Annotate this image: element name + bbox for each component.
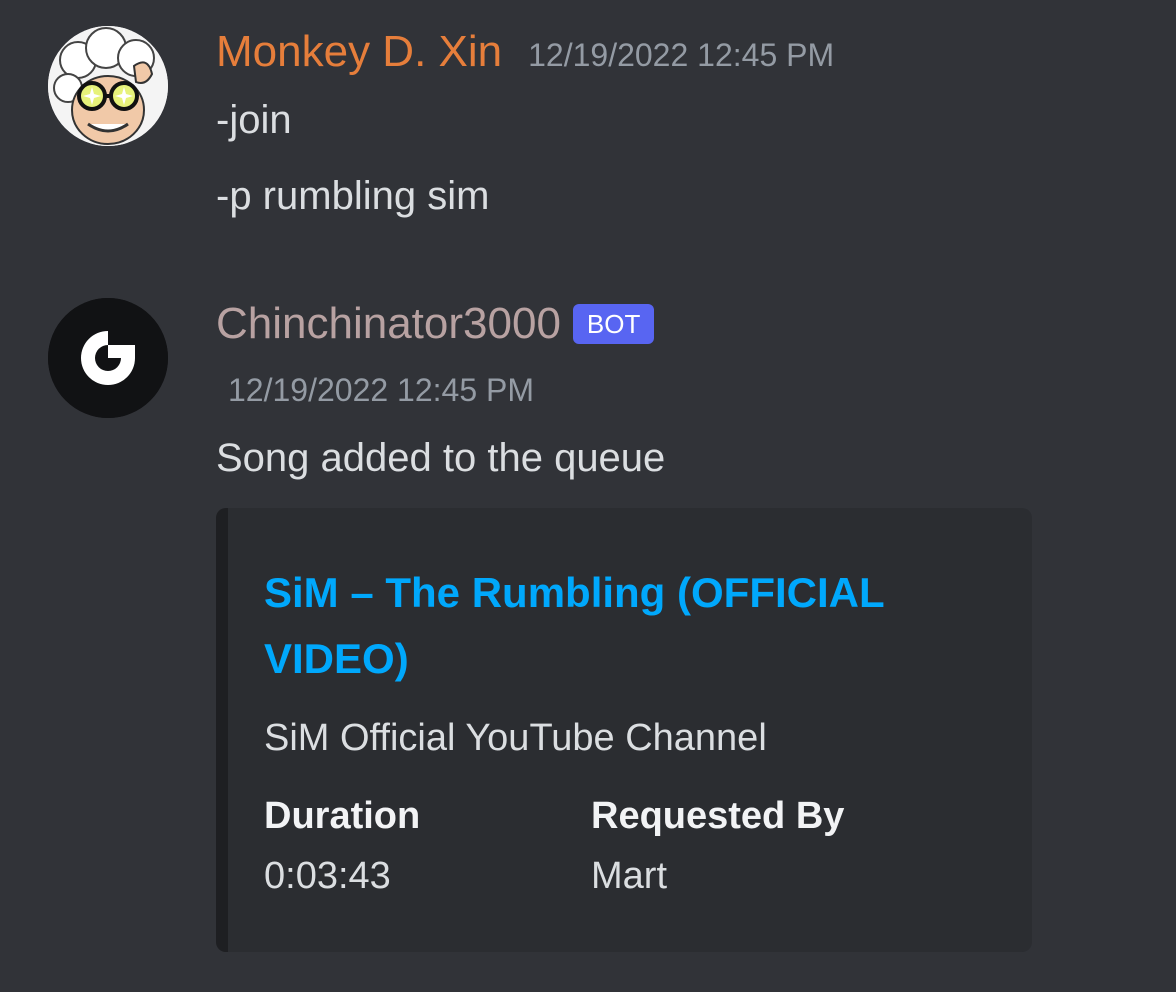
message-text: -p rumbling sim xyxy=(216,174,490,218)
user-avatar[interactable] xyxy=(48,26,168,146)
embed-field-duration: Duration 0:03:43 xyxy=(264,790,420,904)
chat-window: Monkey D. Xin 12/19/2022 12:45 PM -join … xyxy=(0,0,1176,992)
username[interactable]: Chinchinator3000 xyxy=(216,296,561,352)
embed-description: SiM Official YouTube Channel xyxy=(264,717,767,759)
timestamp: 12/19/2022 12:45 PM xyxy=(228,372,535,408)
embed-field-requested-by: Requested By Mart xyxy=(591,790,844,904)
message-header: Monkey D. Xin 12/19/2022 12:45 PM xyxy=(216,24,834,80)
bot-logo-avatar-icon xyxy=(48,298,168,418)
username[interactable]: Monkey D. Xin xyxy=(216,24,502,80)
message-text: -join xyxy=(216,98,292,142)
timestamp: 12/19/2022 12:45 PM xyxy=(528,37,835,73)
message-header: Chinchinator3000 BOT xyxy=(216,296,655,352)
embed-accent-bar xyxy=(216,508,228,952)
anime-character-avatar-icon xyxy=(48,26,168,146)
bot-badge: BOT xyxy=(572,304,655,344)
embed-title-link[interactable]: SiM – The Rumbling (OFFICIAL VIDEO) xyxy=(264,560,964,692)
field-value: 0:03:43 xyxy=(264,855,391,897)
field-name: Requested By xyxy=(591,795,845,837)
message-text: Song added to the queue xyxy=(216,436,666,480)
bot-avatar[interactable] xyxy=(48,298,168,418)
field-value: Mart xyxy=(591,855,667,897)
field-name: Duration xyxy=(264,795,421,837)
song-embed: SiM – The Rumbling (OFFICIAL VIDEO) SiM … xyxy=(216,508,1032,952)
